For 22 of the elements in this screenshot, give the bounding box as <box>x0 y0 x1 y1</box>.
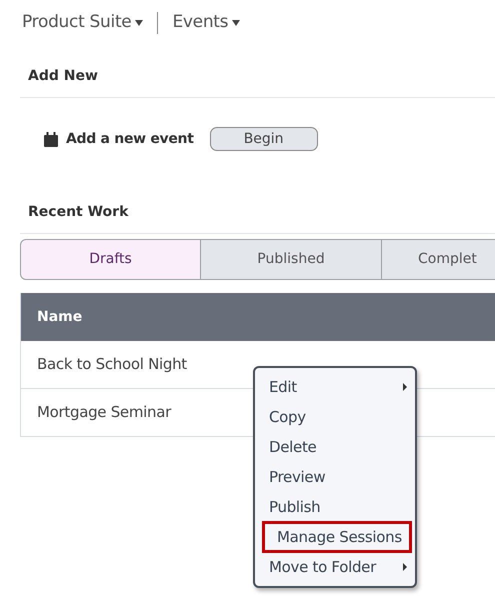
breadcrumb-dropdown[interactable]: Product Suite <box>22 10 144 36</box>
add-event-label: Add a new event <box>66 130 194 148</box>
menu-item[interactable]: Publish <box>255 492 415 522</box>
tab[interactable]: Complet <box>382 239 495 280</box>
calendar-icon <box>44 132 58 146</box>
column-header: Name <box>37 308 82 326</box>
menu-item[interactable]: Move to Folder <box>255 552 415 582</box>
caret-icon <box>135 20 144 26</box>
breadcrumb-dropdown[interactable]: Events <box>172 10 240 36</box>
caret-icon <box>232 20 240 26</box>
menu-item[interactable]: Edit <box>255 372 415 402</box>
tab[interactable]: Published <box>201 239 382 280</box>
table-cell-text: Back to School Night <box>37 354 187 376</box>
section-heading: Recent Work <box>27 203 130 222</box>
section-heading: Add New <box>27 67 99 86</box>
menu-item[interactable]: Copy <box>255 402 415 432</box>
begin-button[interactable]: Begin <box>210 127 318 151</box>
menu-item[interactable]: Manage Sessions <box>263 522 411 552</box>
table-cell-text: Mortgage Seminar <box>37 402 171 424</box>
menu-item[interactable]: Preview <box>255 462 415 492</box>
menu-item[interactable]: Delete <box>255 432 415 462</box>
tab[interactable]: Drafts <box>20 239 201 280</box>
